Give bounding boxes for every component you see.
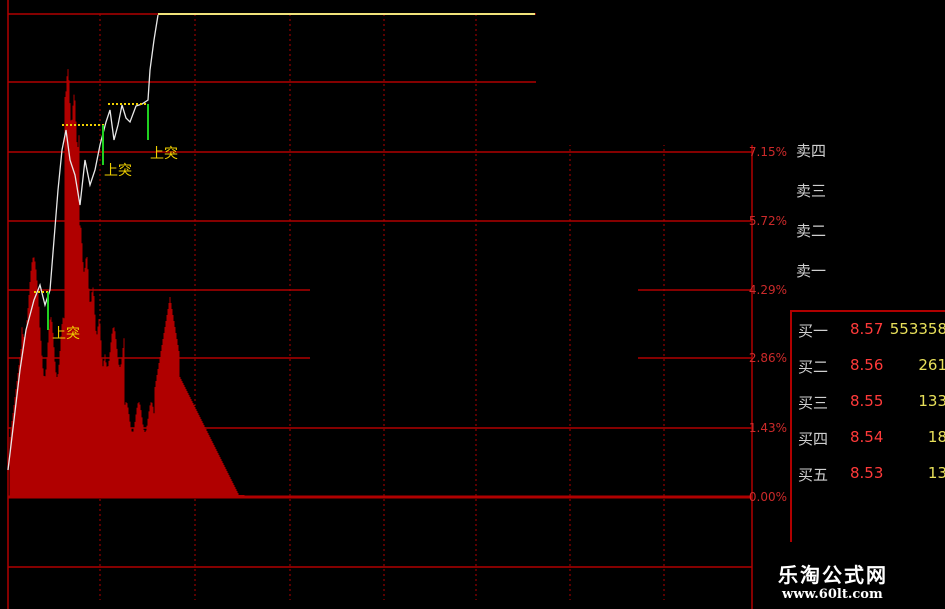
- percent-label: 7.15%: [748, 145, 787, 159]
- sell-label: 卖三: [796, 182, 827, 200]
- percent-label: 1.43%: [748, 421, 787, 435]
- watermark: 乐淘公式网 www.60lt.com: [760, 557, 935, 607]
- buy-label: 买一: [798, 322, 829, 340]
- grid-gap: [310, 288, 638, 292]
- sell-label: 卖二: [796, 222, 827, 240]
- buy-label: 买五: [798, 466, 829, 484]
- buy-row-4[interactable]: 买四 8.54 18: [798, 420, 945, 456]
- buy-volume: 13: [927, 464, 945, 482]
- buy-volume: 133: [918, 392, 945, 410]
- buy-price: 8.55: [850, 392, 884, 410]
- percent-label: 4.29%: [748, 283, 787, 297]
- watermark-url: www.60lt.com: [782, 587, 883, 602]
- intraday-chart[interactable]: 上突上突上突: [0, 0, 790, 609]
- buy-list: 买一 8.57 553358 买二 8.56 261 买三 8.55 133 买…: [790, 310, 945, 542]
- buy-label: 买二: [798, 358, 829, 376]
- buy-label: 买四: [798, 430, 829, 448]
- grid-gap: [310, 356, 638, 360]
- buy-volume: 18: [927, 428, 945, 446]
- percent-label: 5.72%: [748, 214, 787, 228]
- buy-price: 8.53: [850, 464, 884, 482]
- sell-label: 卖四: [796, 142, 827, 160]
- order-book: 卖四卖三卖二卖一 买一 8.57 553358 买二 8.56 261 买三 8…: [790, 140, 945, 560]
- breakout-label: 上突: [104, 163, 132, 179]
- buy-volume: 261: [918, 356, 945, 374]
- breakout-label: 上突: [150, 146, 178, 162]
- buy-volume: 553358: [889, 320, 945, 338]
- sell-label: 卖一: [796, 262, 827, 280]
- buy-price: 8.57: [850, 320, 884, 338]
- buy-price: 8.56: [850, 356, 884, 374]
- grid-mask: [536, 0, 790, 145]
- watermark-title: 乐淘公式网: [778, 563, 888, 587]
- breakout-label: 上突: [52, 326, 80, 342]
- buy-row-2[interactable]: 买二 8.56 261: [798, 348, 945, 384]
- buy-row-5[interactable]: 买五 8.53 13: [798, 456, 945, 492]
- percent-label: 0.00%: [748, 490, 787, 504]
- buy-row-1[interactable]: 买一 8.57 553358: [798, 312, 945, 348]
- buy-price: 8.54: [850, 428, 884, 446]
- buy-row-3[interactable]: 买三 8.55 133: [798, 384, 945, 420]
- percent-label: 2.86%: [748, 351, 787, 365]
- buy-label: 买三: [798, 394, 829, 412]
